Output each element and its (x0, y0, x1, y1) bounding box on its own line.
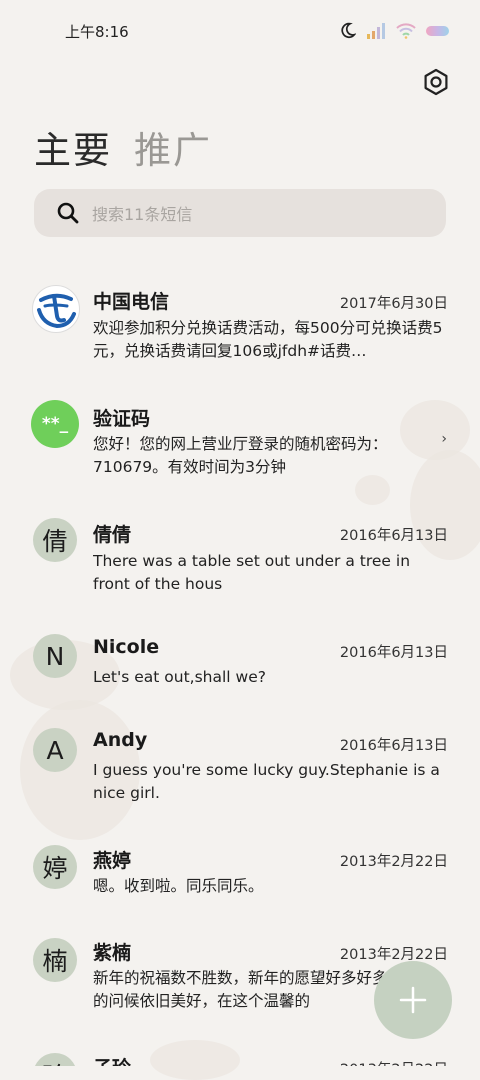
message-date: 2016年6月13日 (339, 645, 448, 661)
contact-name: 紫楠 (93, 942, 132, 964)
conversation-item[interactable]: 玲 子玲 2013年2月22日 (0, 1050, 480, 1066)
settings-gear-icon[interactable] (422, 68, 450, 96)
battery-icon (426, 25, 449, 36)
contact-name: 验证码 (93, 408, 151, 430)
message-date: 2017年6月30日 (339, 296, 448, 312)
message-preview: I guess you're some lucky guy.Stephanie … (93, 761, 440, 802)
avatar: 婷 (33, 845, 77, 889)
search-placeholder: 搜索11条短信 (92, 205, 193, 224)
avatar-text: 玲 (42, 1057, 67, 1066)
status-bar: 上午8:16 (0, 0, 480, 62)
avatar: N (33, 634, 77, 678)
message-preview: There was a table set out under a tree i… (93, 552, 411, 593)
avatar: 玲 (33, 1053, 77, 1066)
chevron-right-icon: › (441, 431, 447, 447)
search-bar[interactable]: 搜索11条短信 (34, 189, 446, 237)
category-tabs: 主要 推广 (34, 120, 212, 174)
signal-icon (367, 22, 385, 39)
message-date: 2013年2月22日 (339, 947, 448, 963)
status-time: 上午8:16 (65, 23, 129, 41)
conversation-item[interactable]: 中国电信 2017年6月30日 欢迎参加积分兑换话费活动，每500分可兑换话费5… (0, 280, 480, 370)
conversation-item[interactable]: 倩 倩倩 2016年6月13日 There was a table set ou… (0, 515, 480, 605)
plus-icon (399, 986, 427, 1014)
status-icons (339, 22, 450, 39)
avatar-text: 楠 (42, 947, 68, 976)
contact-name: Andy (93, 729, 148, 751)
contact-name: 中国电信 (93, 291, 170, 313)
avatar: 倩 (33, 518, 77, 562)
contact-name: Nicole (93, 636, 160, 658)
conversation-item[interactable]: A Andy 2016年6月13日 I guess you're some lu… (0, 725, 480, 815)
conversation-item[interactable]: 婷 燕婷 2013年2月22日 嗯。收到啦。同乐同乐。 (0, 842, 480, 912)
tab-promotions[interactable]: 推广 (134, 120, 212, 174)
message-date: 2013年2月22日 (340, 1058, 448, 1066)
avatar-text: **_ (41, 414, 69, 434)
avatar-text: N (45, 641, 65, 671)
contact-name: 倩倩 (93, 524, 132, 546)
conversation-item[interactable]: N Nicole 2016年6月13日 Let's eat out,shall … (0, 632, 480, 702)
avatar: 楠 (33, 938, 77, 982)
avatar: A (33, 728, 77, 772)
search-icon (57, 202, 79, 224)
avatar-text: 婷 (42, 854, 68, 883)
moon-icon (341, 22, 356, 39)
message-preview: 您好！您的网上营业厅登录的随机密码为：710679。有效时间为3分钟 (93, 435, 388, 476)
conversation-item[interactable]: **_ 验证码 您好！您的网上营业厅登录的随机密码为：710679。有效时间为3… (0, 398, 480, 488)
message-date: 2013年2月22日 (339, 854, 448, 870)
contact-name: 子玲 (93, 1053, 131, 1066)
wifi-icon (396, 22, 416, 39)
message-date: 2016年6月13日 (339, 528, 448, 544)
message-preview: Let's eat out,shall we? (93, 668, 266, 686)
china-telecom-logo-icon (34, 287, 78, 331)
new-message-button[interactable] (374, 961, 452, 1039)
tab-primary[interactable]: 主要 (34, 120, 112, 174)
avatar-text: A (46, 735, 64, 765)
avatar: **_ (31, 400, 79, 448)
message-preview: 欢迎参加积分兑换话费活动，每500分可兑换话费5元，兑换话费请回复106或jfd… (93, 319, 443, 360)
avatar (32, 285, 80, 333)
message-date: 2016年6月13日 (339, 738, 448, 754)
contact-name: 燕婷 (93, 850, 132, 872)
avatar-text: 倩 (42, 527, 68, 556)
message-preview: 嗯。收到啦。同乐同乐。 (93, 877, 264, 895)
